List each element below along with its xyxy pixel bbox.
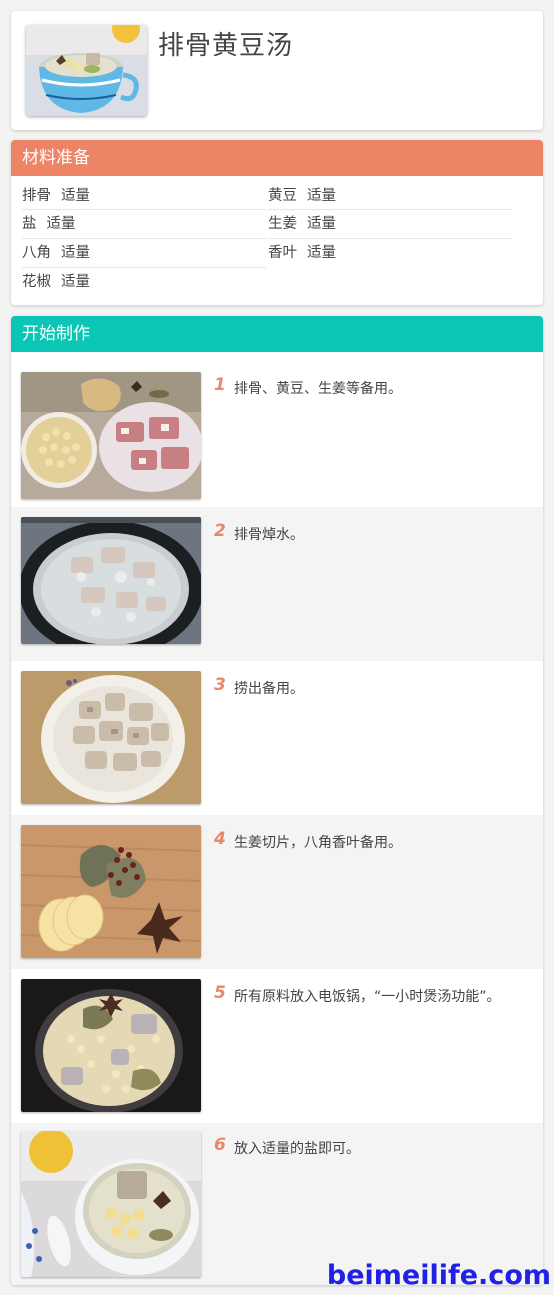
step-text: 生姜切片，八角香叶备用。 — [234, 835, 402, 851]
ingredient-qty: 适量 — [307, 245, 336, 261]
step-4-image[interactable] — [21, 825, 201, 958]
step-2-image[interactable] — [21, 517, 201, 644]
recipe-cover-image[interactable] — [26, 25, 147, 116]
ingredient-name: 香叶 — [268, 245, 297, 261]
step-number: 2 — [214, 521, 226, 541]
steps-card: 开始制作 1 排骨、黄豆、生姜等备用。 2 排骨焯水。 3 捞出备用。 4 生姜… — [11, 316, 543, 1285]
step-row: 4 生姜切片，八角香叶备用。 — [11, 815, 543, 969]
step-text: 所有原料放入电饭锅，“一小时煲汤功能”。 — [234, 989, 501, 1005]
step-number: 5 — [214, 983, 226, 1003]
ingredient-qty: 适量 — [46, 216, 76, 232]
step-row: 2 排骨焯水。 — [11, 507, 543, 661]
step-text: 排骨焯水。 — [234, 527, 304, 543]
step-text: 排骨、黄豆、生姜等备用。 — [234, 381, 402, 397]
ingredient-name: 八角 — [22, 245, 51, 261]
ingredients-list: 排骨 适量 黄豆 适量 盐适量 生姜 适量 八角 适量 香叶 适量 花椒 适量 — [11, 176, 543, 305]
ingredient-qty: 适量 — [61, 245, 90, 261]
ingredient-qty: 适量 — [307, 216, 336, 232]
ingredient-item: 花椒 适量 — [22, 268, 90, 296]
step-row: 5 所有原料放入电饭锅，“一小时煲汤功能”。 — [11, 969, 543, 1123]
step-number: 1 — [214, 375, 226, 395]
ingredients-card: 材料准备 排骨 适量 黄豆 适量 盐适量 生姜 适量 八角 适量 香叶 适量 花椒 适量 — [11, 140, 543, 305]
ingredient-item: 香叶 适量 — [268, 239, 336, 267]
step-5-image[interactable] — [21, 979, 201, 1112]
ingredient-qty: 适量 — [61, 274, 90, 290]
ingredient-item: 八角 适量 — [22, 239, 90, 267]
step-number: 6 — [214, 1135, 226, 1155]
ingredient-item: 黄豆 适量 — [268, 182, 336, 210]
recipe-title-card: 排骨黄豆汤 — [11, 11, 543, 130]
watermark: beimeilife.com — [326, 1260, 551, 1291]
step-3-image[interactable] — [21, 671, 201, 804]
step-number: 3 — [214, 675, 226, 695]
step-text: 捞出备用。 — [234, 681, 304, 697]
ingredient-name: 生姜 — [268, 216, 297, 232]
step-number: 4 — [214, 829, 226, 849]
ingredient-item: 盐适量 — [22, 210, 76, 238]
ingredient-item: 生姜 适量 — [268, 210, 336, 238]
step-6-image[interactable] — [21, 1131, 201, 1277]
ingredient-name: 黄豆 — [268, 188, 297, 204]
ingredient-item: 排骨 适量 — [22, 182, 90, 210]
step-text: 放入适量的盐即可。 — [234, 1141, 360, 1157]
ingredient-qty: 适量 — [307, 188, 336, 204]
ingredient-name: 排骨 — [22, 188, 51, 204]
step-row: 3 捞出备用。 — [11, 661, 543, 815]
ingredient-name: 盐 — [22, 216, 37, 232]
step-row: 1 排骨、黄豆、生姜等备用。 — [11, 353, 543, 507]
ingredient-qty: 适量 — [61, 188, 90, 204]
recipe-title: 排骨黄豆汤 — [158, 31, 294, 61]
ingredient-name: 花椒 — [22, 274, 51, 290]
ingredients-header: 材料准备 — [11, 140, 543, 176]
steps-header: 开始制作 — [11, 316, 543, 352]
step-1-image[interactable] — [21, 372, 201, 499]
